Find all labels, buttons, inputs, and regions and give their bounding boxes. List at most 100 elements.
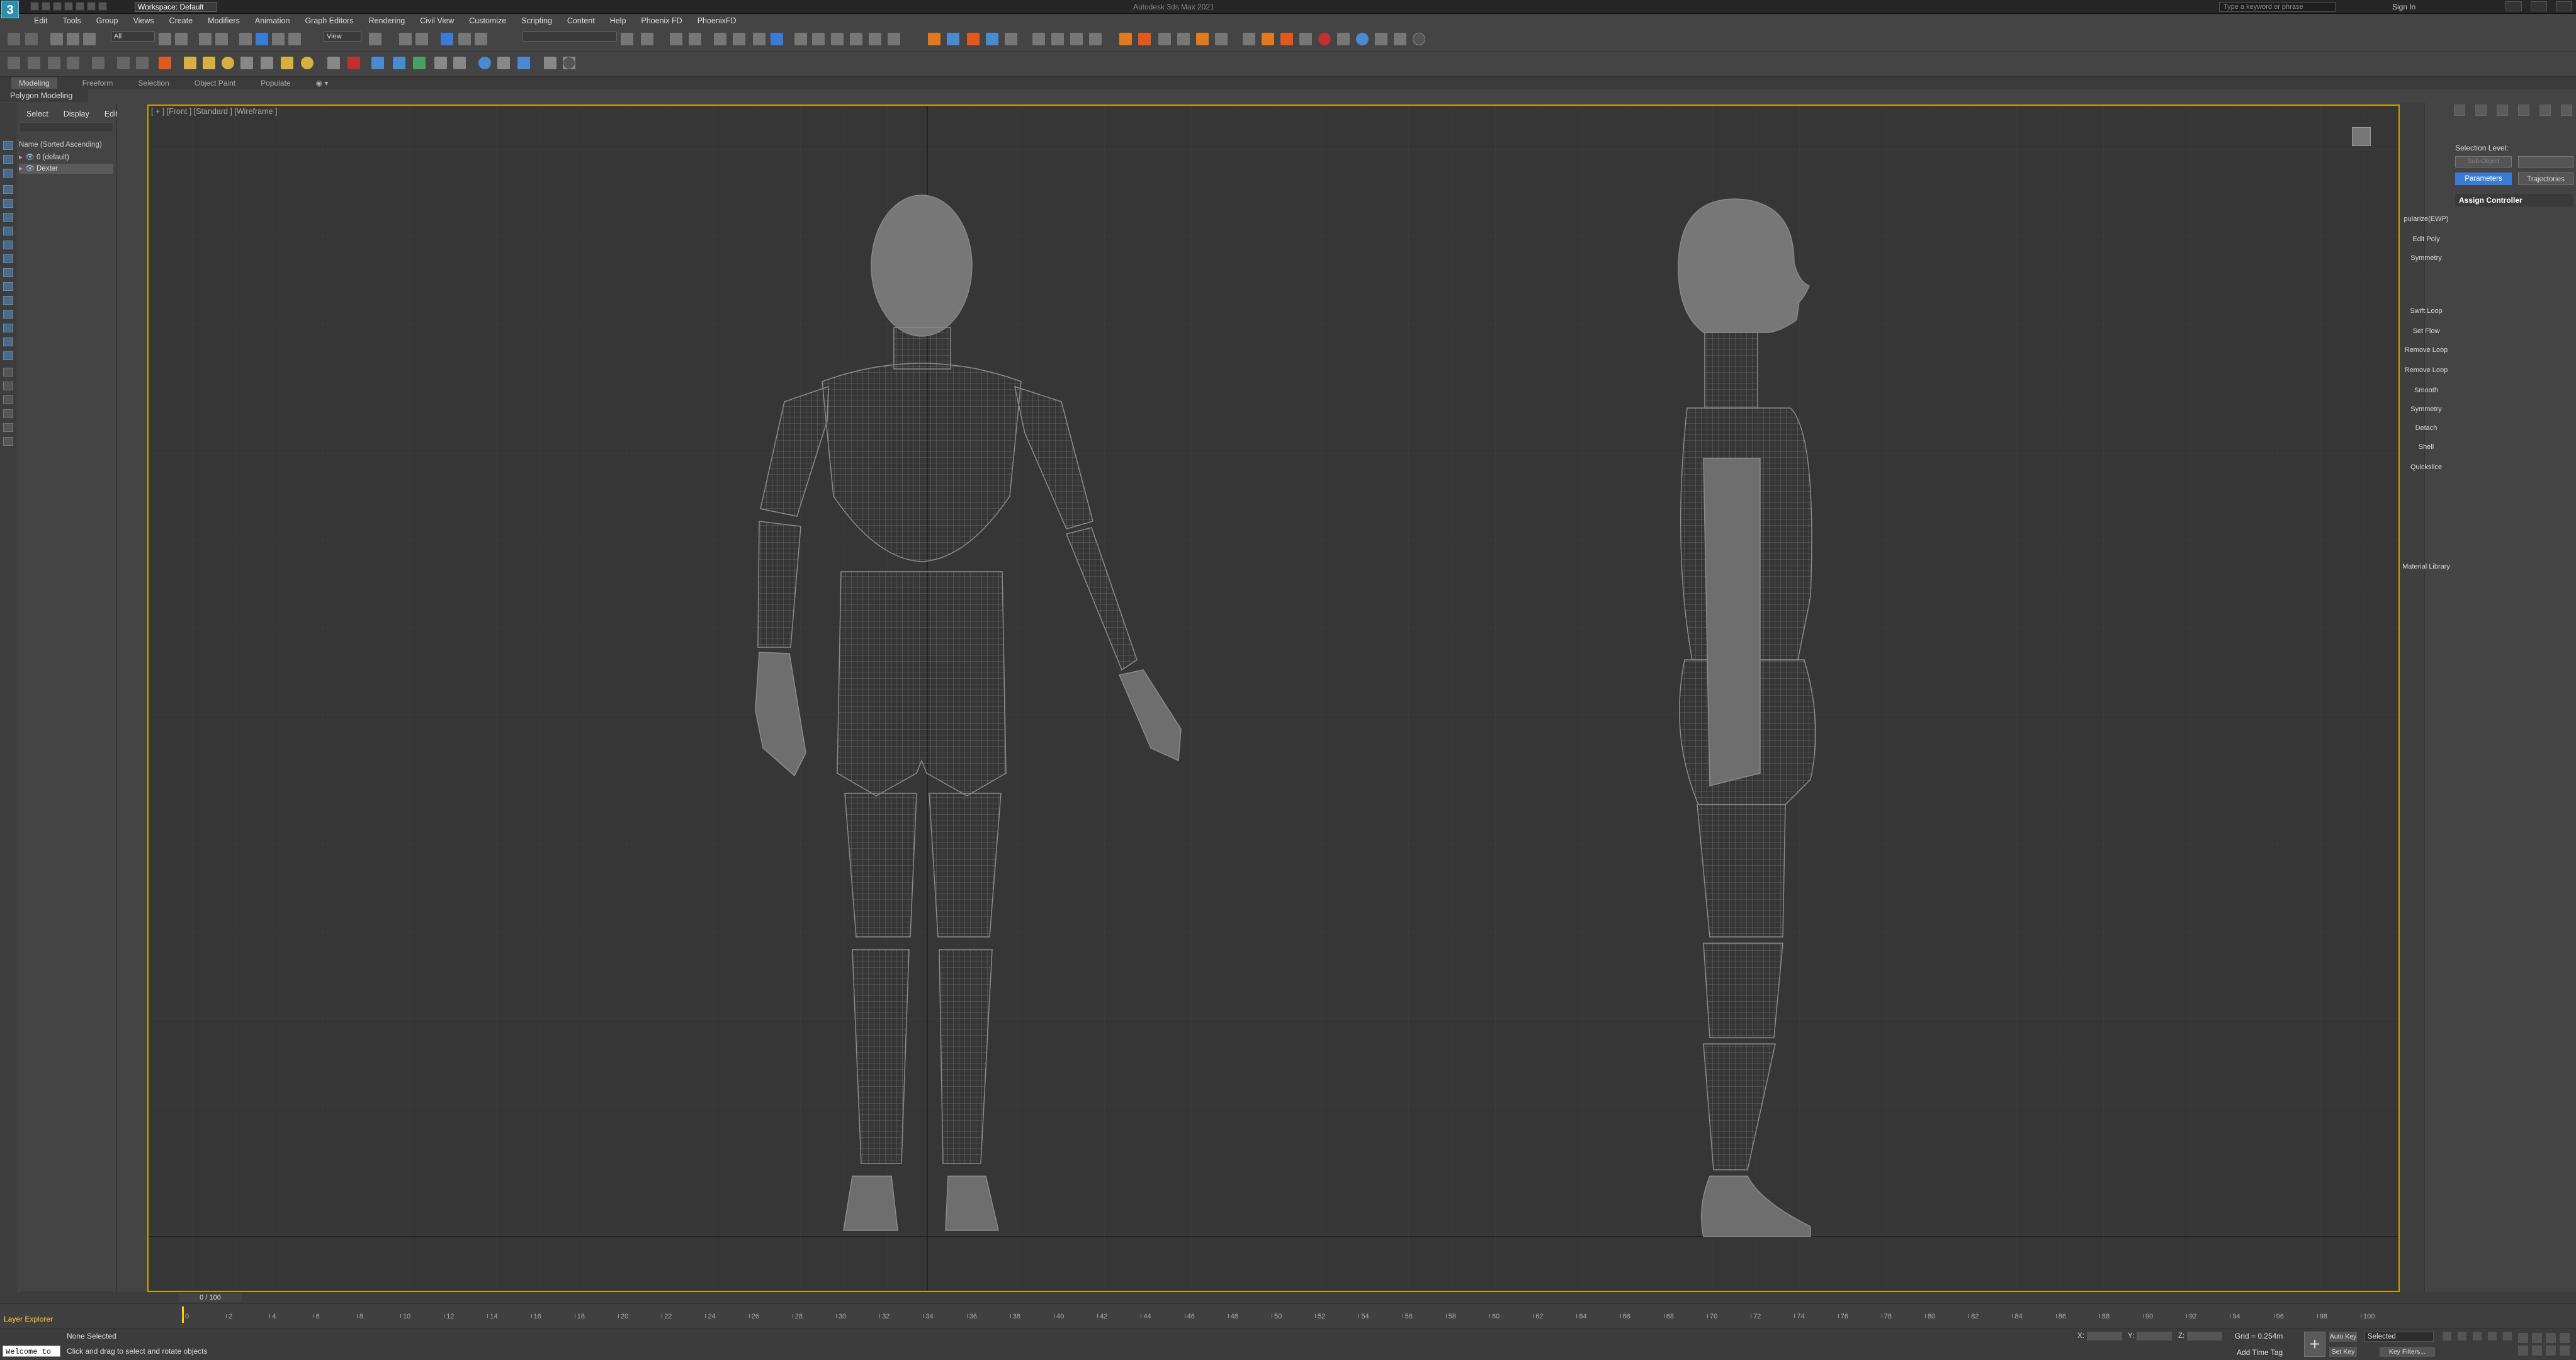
material-editor-icon[interactable] (771, 33, 783, 45)
fumefx-icon[interactable] (1138, 33, 1151, 45)
modifier-item[interactable]: Quickslice (2402, 463, 2450, 471)
menu-customize[interactable]: Customize (469, 16, 506, 25)
parameters-button[interactable]: Parameters (2455, 173, 2512, 185)
shapes-icon[interactable] (240, 57, 253, 69)
maximize-viewport-icon[interactable] (2560, 1346, 2570, 1356)
modifier-item[interactable]: Detach (2402, 424, 2450, 432)
phoenix-particles-icon[interactable] (1005, 33, 1017, 45)
reaction-manager-icon[interactable] (159, 57, 171, 69)
frame-counter[interactable]: 0 / 100 (179, 1293, 242, 1302)
open-file-icon[interactable] (42, 2, 50, 11)
sphere-icon[interactable] (222, 57, 234, 69)
previous-frame-icon[interactable] (2458, 1332, 2466, 1340)
tab-selection[interactable]: Selection (138, 79, 169, 88)
vray-lights-icon[interactable] (1243, 33, 1255, 45)
menu-civil-view[interactable]: Civil View (420, 16, 454, 25)
create-tab-icon[interactable] (2454, 105, 2465, 116)
track-bar[interactable]: 0 2 4 6 8 10 12 14 16 18 20 22 24 26 28 30 32 34 36 38 40 42 4… (0, 1303, 2576, 1329)
brush-icon[interactable] (8, 57, 20, 69)
display-shapes-icon[interactable] (3, 199, 13, 208)
motion-tab-icon[interactable] (2518, 105, 2529, 116)
menu-group[interactable]: Group (96, 16, 118, 25)
display-cameras-icon[interactable] (3, 227, 13, 235)
environment-icon[interactable] (869, 33, 881, 45)
bind-space-warp-icon[interactable] (83, 33, 96, 45)
z-coordinate[interactable]: Z: (2178, 1332, 2223, 1340)
viewport-front[interactable]: [ + ] [Front ] [Standard ] [Wireframe ] (147, 105, 2400, 1292)
vray-render-icon[interactable] (1262, 33, 1274, 45)
assign-controller-rollout[interactable]: Assign Controller (2455, 194, 2573, 207)
time-slider[interactable]: 0 / 100 (0, 1292, 2576, 1303)
display-space-warps-icon[interactable] (3, 254, 13, 263)
sub-object-button[interactable]: Sub-Object (2455, 156, 2512, 167)
render-online-icon[interactable] (888, 33, 900, 45)
modifier-item[interactable]: pularize(EWP) (2402, 215, 2450, 223)
project-icon[interactable] (98, 2, 107, 11)
selection-filter-dropdown[interactable]: All (111, 31, 155, 42)
vray-frame-buffer-icon[interactable] (1299, 33, 1312, 45)
phoenix-liquid-icon[interactable] (947, 33, 959, 45)
tab-edit[interactable]: Edit (105, 110, 118, 118)
pause-simulation-icon[interactable] (1051, 33, 1064, 45)
display-bones-icon[interactable] (3, 296, 13, 305)
auto-key-button[interactable]: Auto Key (2329, 1332, 2357, 1342)
field-of-view-icon[interactable] (2518, 1346, 2528, 1356)
modifier-item[interactable]: Material Library (2402, 563, 2450, 570)
display-frozen-icon[interactable] (3, 324, 13, 332)
render-elements-icon[interactable] (517, 57, 530, 69)
pan-icon[interactable] (2532, 1346, 2542, 1356)
workspace-dropdown[interactable]: Workspace: Default (135, 2, 217, 12)
space-warps-icon[interactable] (327, 57, 340, 69)
modifier-item[interactable]: Smooth (2402, 387, 2450, 394)
help-icon[interactable] (1413, 33, 1425, 45)
visibility-icon[interactable]: 👁 (25, 164, 37, 174)
display-influences-icon[interactable] (3, 382, 13, 390)
bones-icon[interactable] (371, 57, 384, 69)
modifier-item[interactable]: Swift Loop (2402, 307, 2450, 315)
x-coordinate[interactable]: X: (2077, 1332, 2122, 1340)
menu-modifiers[interactable]: Modifiers (208, 16, 240, 25)
display-hidden-icon[interactable] (3, 337, 13, 346)
rectangular-selection-icon[interactable] (199, 33, 212, 45)
vray-ipr-icon[interactable] (1280, 33, 1293, 45)
biped-icon[interactable] (393, 57, 405, 69)
delete-cache-icon[interactable] (1089, 33, 1102, 45)
modifier-item[interactable]: Edit Poly (2402, 235, 2450, 243)
render-production-icon[interactable] (831, 33, 844, 45)
window-crossing-icon[interactable] (215, 33, 228, 45)
schematic-view-icon[interactable] (753, 33, 765, 45)
menu-animation[interactable]: Animation (255, 16, 290, 25)
undo-icon[interactable] (64, 2, 73, 11)
track-view-icon[interactable] (67, 57, 79, 69)
scale-icon[interactable] (272, 33, 285, 45)
maxscript-listener-input[interactable]: Welcome to M (3, 1346, 60, 1360)
menu-create[interactable]: Create (169, 16, 193, 25)
display-containers-icon[interactable] (3, 310, 13, 319)
menu-views[interactable]: Views (133, 16, 154, 25)
display-dependents-icon[interactable] (3, 395, 13, 404)
stop-simulation-icon[interactable] (1070, 33, 1083, 45)
viewport-label[interactable]: [ + ] [Front ] [Standard ] [Wireframe ] (151, 107, 277, 116)
phoenix-settings-icon[interactable] (1158, 33, 1171, 45)
project-folder-icon[interactable] (87, 2, 96, 11)
unlink-icon[interactable] (67, 33, 79, 45)
motion-paths-icon[interactable] (434, 57, 447, 69)
play-simulation-icon[interactable] (1032, 33, 1045, 45)
key-mode-dropdown[interactable]: Selected (2364, 1332, 2434, 1342)
angle-snap-icon[interactable] (441, 33, 453, 45)
select-by-name-icon[interactable] (175, 33, 188, 45)
reference-coordinate-dropdown[interactable]: View (324, 31, 361, 42)
mirror-icon[interactable] (621, 33, 633, 45)
set-key-button[interactable]: Set Key (2329, 1347, 2357, 1357)
add-time-tag-button[interactable]: Add Time Tag (2237, 1348, 2283, 1357)
polygon-modeling-panel[interactable]: Polygon Modeling (0, 89, 88, 102)
sign-in-link[interactable]: Sign In (2392, 3, 2415, 11)
play-icon[interactable] (2473, 1332, 2482, 1340)
rendered-frame-window-icon[interactable] (812, 33, 825, 45)
layer-explorer-label[interactable]: Layer Explorer (0, 1315, 69, 1326)
move-icon[interactable] (239, 33, 252, 45)
modifier-item[interactable]: Remove Loop (2402, 366, 2450, 374)
systems-icon[interactable] (347, 57, 360, 69)
next-frame-icon[interactable] (2488, 1332, 2497, 1340)
minimize-icon[interactable] (2505, 1, 2522, 11)
